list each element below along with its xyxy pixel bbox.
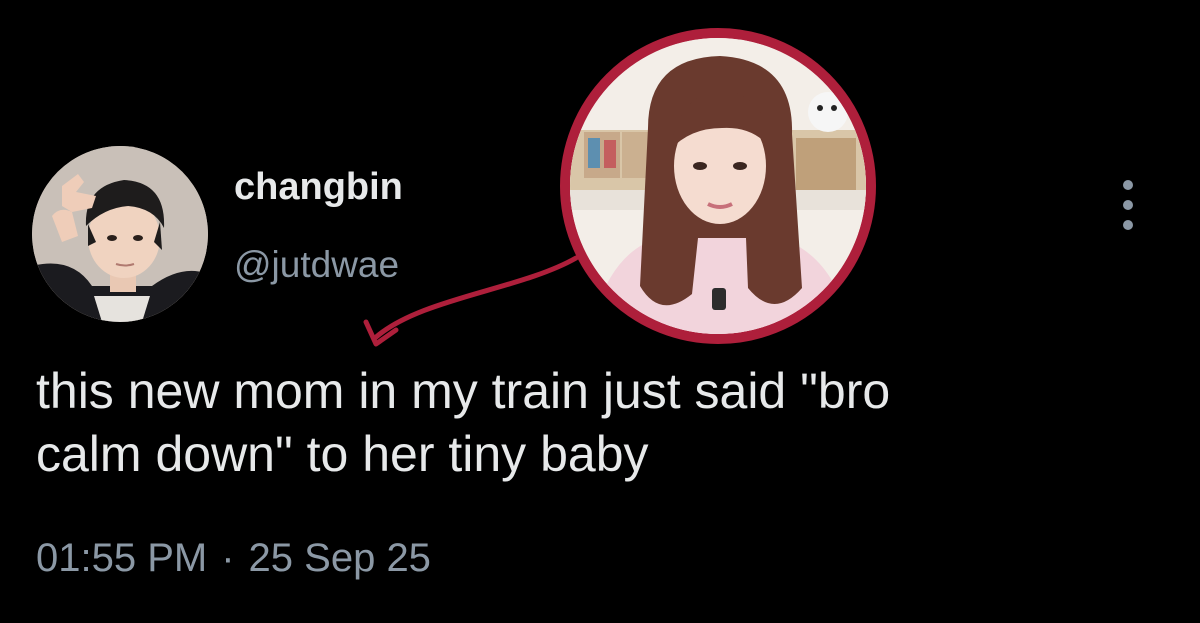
more-options-button[interactable] [1112, 180, 1144, 230]
author-avatar[interactable] [32, 146, 208, 322]
author-display-name[interactable]: changbin [234, 166, 403, 209]
tweet-body-text: this new mom in my train just said "bro … [36, 363, 891, 482]
tweet-card: changbin @jutdwae this new mom in my tra… [0, 0, 1200, 623]
more-options-icon [1123, 180, 1133, 190]
tweet-date[interactable]: 25 Sep 25 [249, 536, 431, 581]
meta-separator: · [221, 536, 235, 580]
inset-photo-image [570, 38, 866, 334]
tweet-timestamp[interactable]: 01:55 PM · 25 Sep 25 [36, 536, 431, 581]
more-options-icon-dot [1123, 220, 1133, 230]
inset-person-photo [560, 28, 876, 344]
tweet-time[interactable]: 01:55 PM [36, 536, 207, 581]
more-options-icon-dot [1123, 200, 1133, 210]
avatar-photo [32, 146, 208, 322]
author-handle[interactable]: @jutdwae [234, 244, 399, 286]
